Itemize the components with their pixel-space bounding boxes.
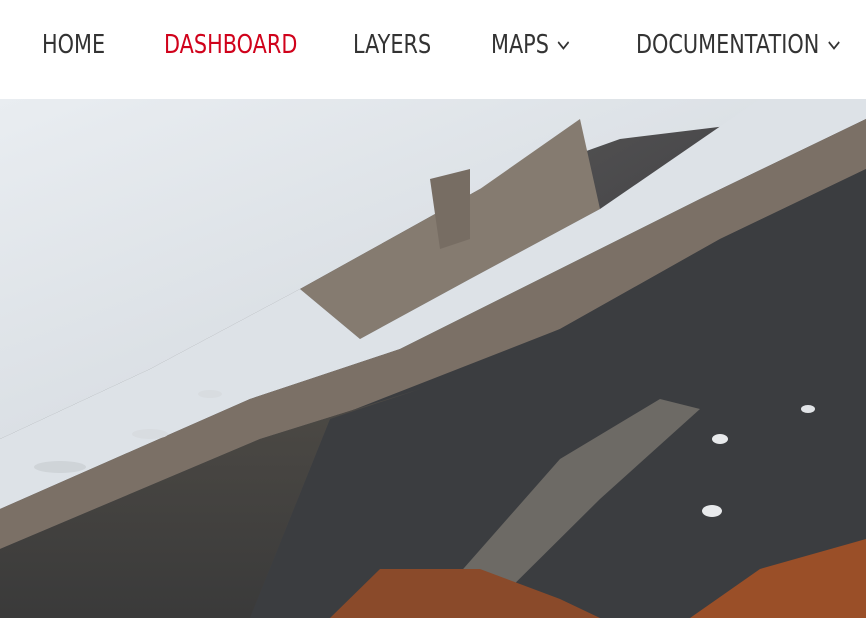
nav-dashboard-label: DASHBOARD: [164, 30, 298, 60]
nav-layers-label: LAYERS: [353, 30, 432, 60]
nav-home[interactable]: HOME: [42, 24, 105, 66]
nav-documentation[interactable]: DOCUMENTATION: [636, 24, 841, 66]
chevron-down-icon: [557, 37, 571, 54]
nav-maps-label: MAPS: [491, 30, 549, 60]
chevron-down-icon: [827, 37, 841, 54]
nav-home-label: HOME: [42, 30, 106, 60]
nav-layers[interactable]: LAYERS: [353, 24, 431, 66]
nav-dashboard[interactable]: DASHBOARD: [164, 24, 297, 66]
nav-documentation-label: DOCUMENTATION: [636, 30, 820, 60]
hero-image: [0, 99, 866, 618]
mountain-landscape-photo: [0, 99, 866, 618]
main-navbar: HOME DASHBOARD LAYERS MAPS DOCUMENTATION: [0, 0, 866, 99]
nav-maps[interactable]: MAPS: [491, 24, 571, 66]
